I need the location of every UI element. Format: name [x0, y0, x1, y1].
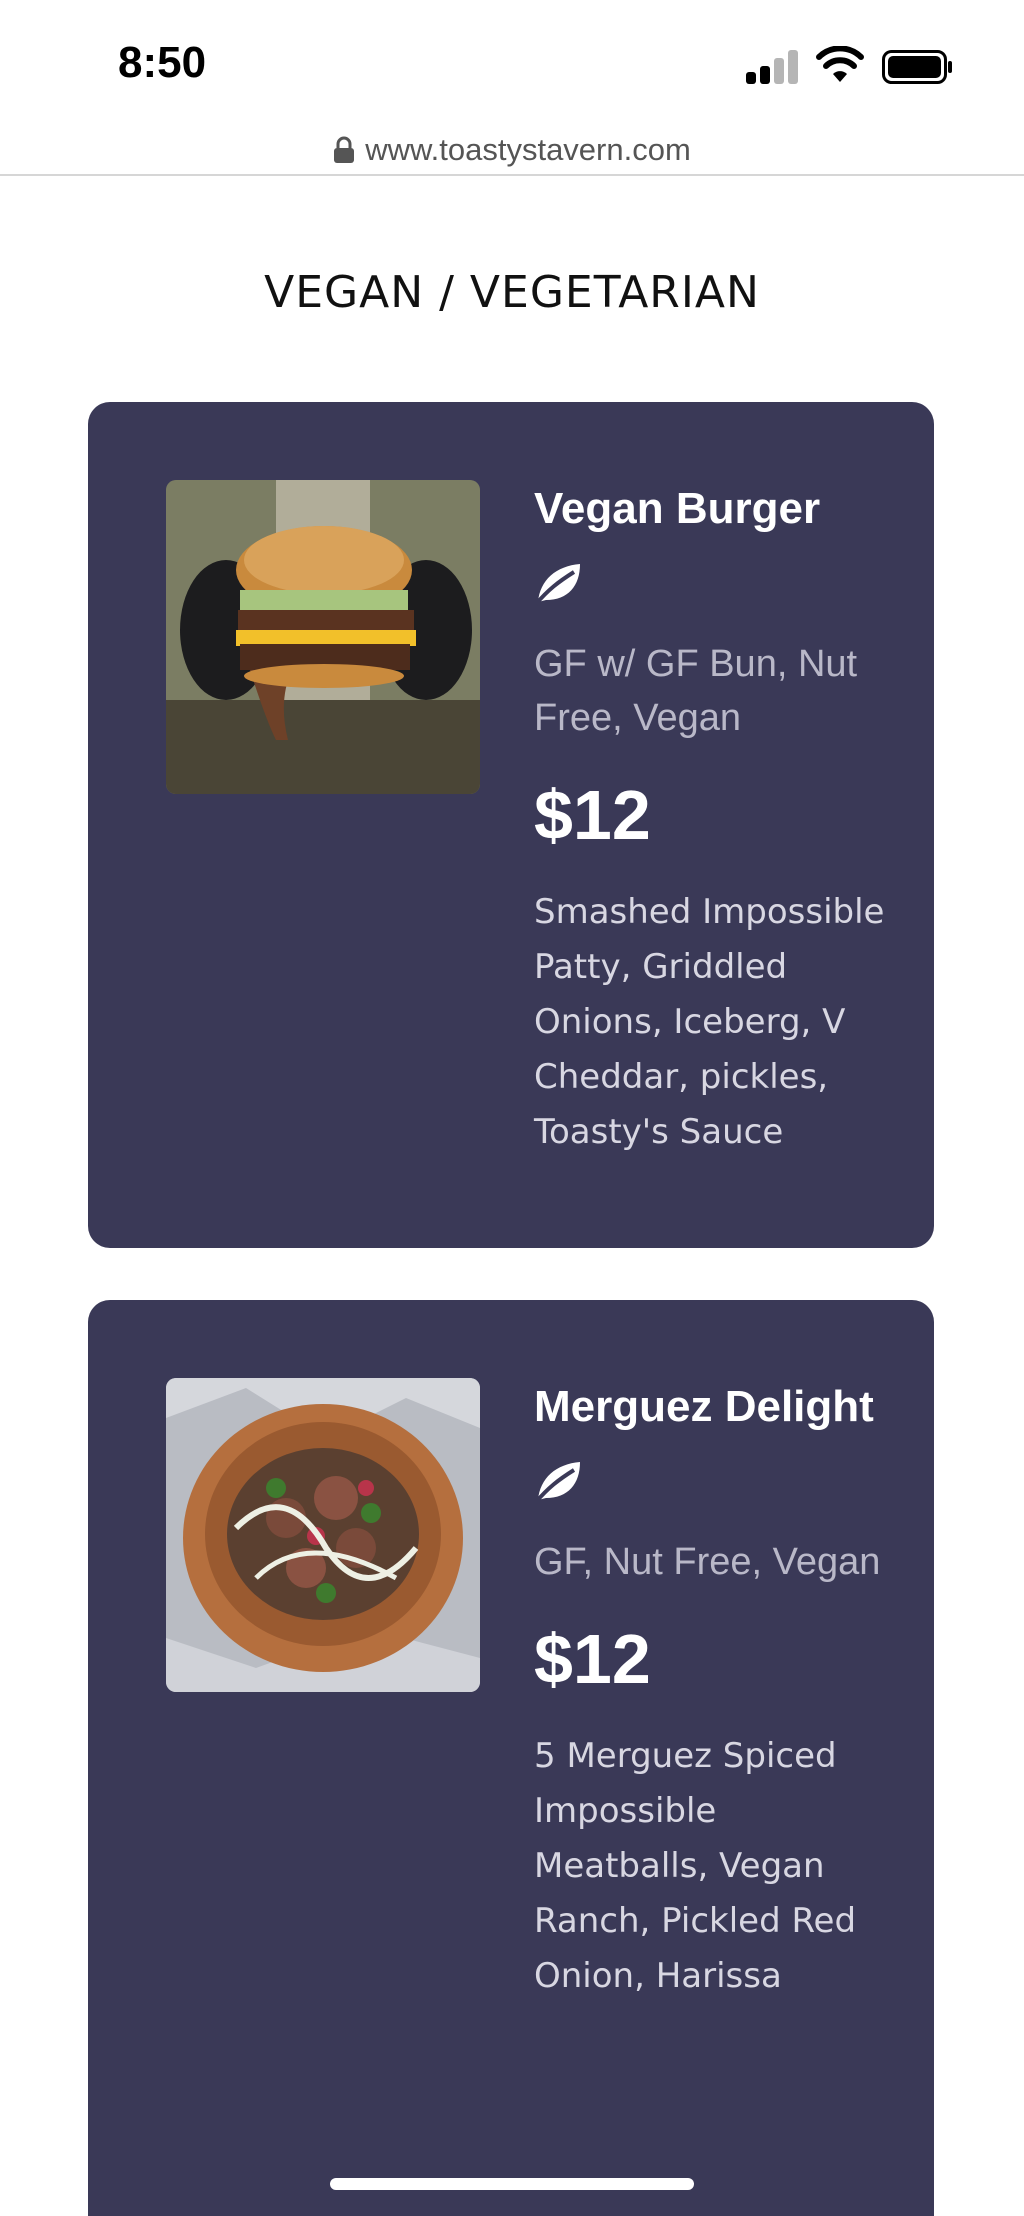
item-description: Smashed Impossible Patty, Griddled Onion… — [534, 892, 885, 1152]
address-bar[interactable]: www.toastystavern.com — [0, 125, 1024, 175]
leaf-icon — [534, 1462, 580, 1504]
item-dietary-tags: GF w/ GF Bun, Nut Free, Vegan — [534, 643, 858, 739]
item-name: Merguez Delight — [534, 1382, 874, 1431]
url-text: www.toastystavern.com — [365, 132, 691, 167]
battery-icon — [882, 50, 952, 84]
menu-item-card: Merguez Delight GF, Nut Free, Vegan $12 … — [88, 1300, 934, 2216]
status-bar: 8:50 — [0, 0, 1024, 128]
cellular-signal-icon — [746, 50, 798, 84]
item-price: $12 — [534, 1620, 651, 1698]
menu-item-card: Vegan Burger GF w/ GF Bun, Nut Free, Veg… — [88, 402, 934, 1248]
section-title: VEGAN / VEGETARIAN — [264, 267, 760, 319]
vegan-burger-photo — [166, 480, 480, 794]
status-time: 8:50 — [118, 38, 207, 87]
merguez-delight-photo — [166, 1378, 480, 1692]
toolbar-divider — [0, 174, 1024, 176]
lock-icon — [334, 136, 355, 163]
item-description: 5 Merguez Spiced Impossible Meatballs, V… — [534, 1736, 857, 1996]
item-price: $12 — [534, 776, 651, 854]
item-dietary-tags: GF, Nut Free, Vegan — [534, 1541, 881, 1583]
home-indicator[interactable] — [330, 2178, 694, 2190]
item-name: Vegan Burger — [534, 484, 821, 533]
wifi-icon — [816, 46, 864, 82]
leaf-icon — [534, 564, 580, 606]
